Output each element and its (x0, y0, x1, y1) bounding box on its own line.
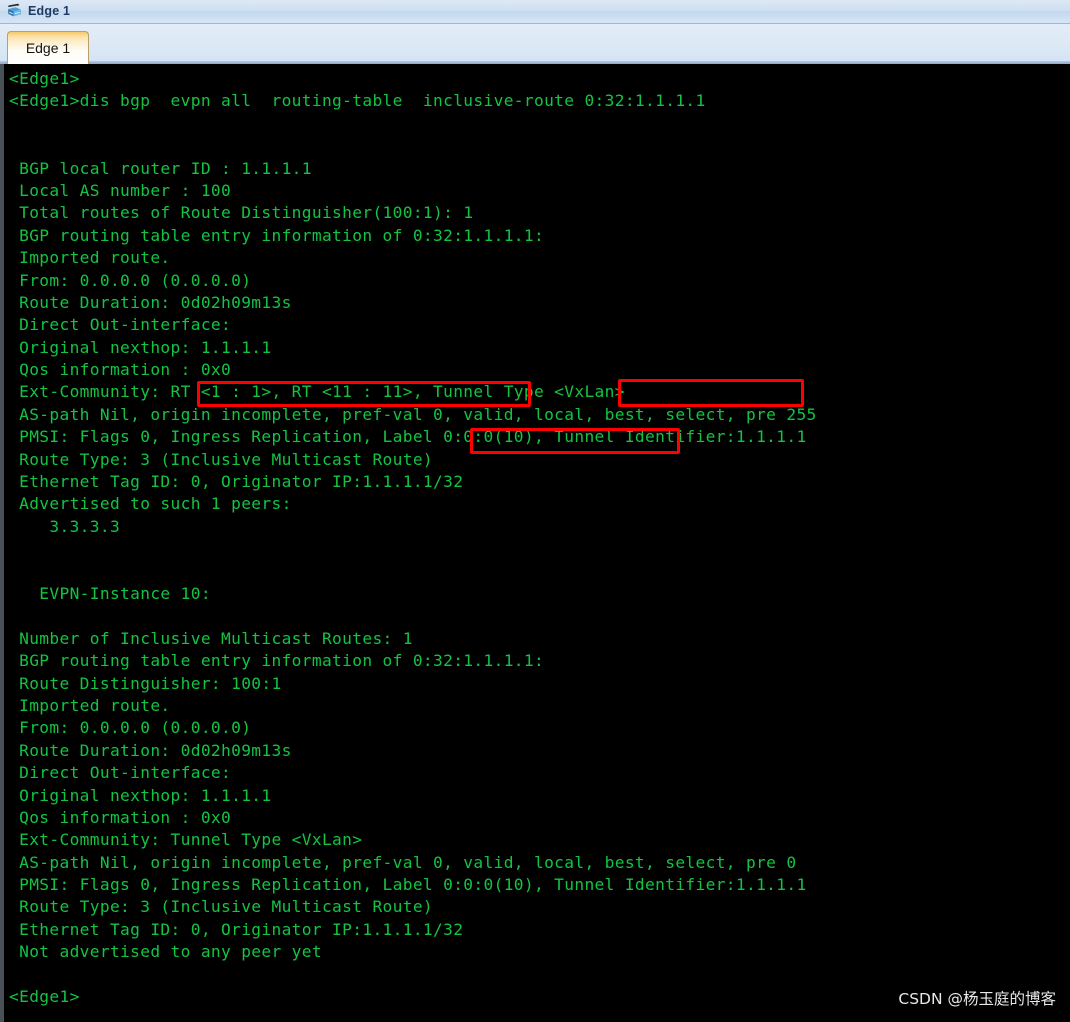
csdn-watermark: CSDN @杨玉庭的博客 (898, 990, 1056, 1008)
terminal-line: PMSI: Flags 0, Ingress Replication, Labe… (9, 875, 807, 895)
terminal-line: BGP routing table entry information of 0… (9, 651, 545, 671)
terminal-window: Edge 1 Edge 1 <Edge1> <Edge1>dis bgp evpn… (0, 0, 1070, 1022)
window-title: Edge 1 (28, 4, 71, 19)
terminal-line: Qos information : 0x0 (9, 807, 232, 827)
terminal-line: Direct Out-interface: (9, 763, 232, 783)
terminal-line: Not advertised to any peer yet (9, 942, 322, 962)
terminal-line: Ext-Community: RT <1 : 1>, RT <11 : 11>,… (9, 382, 625, 402)
terminal-line: Route Duration: 0d02h09m13s (9, 740, 292, 760)
terminal-line: Direct Out-interface: (9, 315, 232, 335)
terminal-line: Route Duration: 0d02h09m13s (9, 292, 292, 312)
terminal-line: Advertised to such 1 peers: (9, 494, 292, 514)
tab-edge-1[interactable]: Edge 1 (7, 31, 89, 64)
terminal-line: 3.3.3.3 (9, 516, 121, 536)
tab-label: Edge 1 (25, 39, 71, 56)
router-device-icon (8, 3, 21, 17)
terminal-line: Imported route. (9, 695, 171, 715)
terminal-line: Local AS number : 100 (9, 180, 232, 200)
window-titlebar: Edge 1 (0, 0, 1070, 24)
terminal-line: Original nexthop: 1.1.1.1 (9, 785, 272, 805)
terminal-line: AS-path Nil, origin incomplete, pref-val… (9, 404, 817, 424)
terminal-line: Number of Inclusive Multicast Routes: 1 (9, 628, 413, 648)
terminal-line: From: 0.0.0.0 (0.0.0.0) (9, 718, 252, 738)
tab-strip: Edge 1 (0, 24, 1070, 64)
terminal-line: BGP local router ID : 1.1.1.1 (9, 158, 312, 178)
terminal-line: Qos information : 0x0 (9, 360, 232, 380)
terminal-line: Ext-Community: Tunnel Type <VxLan> (9, 830, 363, 850)
terminal-line: BGP routing table entry information of 0… (9, 225, 545, 245)
terminal-line: From: 0.0.0.0 (0.0.0.0) (9, 270, 252, 290)
terminal-line: Route Type: 3 (Inclusive Multicast Route… (9, 449, 434, 469)
terminal-line: PMSI: Flags 0, Ingress Replication, Labe… (9, 427, 807, 447)
terminal-line: Imported route. (9, 248, 171, 268)
terminal-line: Total routes of Route Distinguisher(100:… (9, 203, 474, 223)
terminal-line: Ethernet Tag ID: 0, Originator IP:1.1.1.… (9, 472, 464, 492)
terminal-line: <Edge1> (9, 69, 80, 88)
terminal-line: Route Distinguisher: 100:1 (9, 673, 282, 693)
terminal-line: Original nexthop: 1.1.1.1 (9, 337, 272, 357)
terminal-line: <Edge1>dis bgp evpn all routing-table in… (9, 91, 706, 111)
terminal-line: AS-path Nil, origin incomplete, pref-val… (9, 852, 797, 872)
terminal-line: EVPN-Instance 10: (9, 583, 211, 603)
terminal-line: Ethernet Tag ID: 0, Originator IP:1.1.1.… (9, 919, 464, 939)
terminal-lines: <Edge1> <Edge1>dis bgp evpn all routing-t… (4, 64, 1070, 1022)
terminal-output-pane[interactable]: <Edge1> <Edge1>dis bgp evpn all routing-t… (0, 64, 1070, 1022)
terminal-line: Route Type: 3 (Inclusive Multicast Route… (9, 897, 434, 917)
